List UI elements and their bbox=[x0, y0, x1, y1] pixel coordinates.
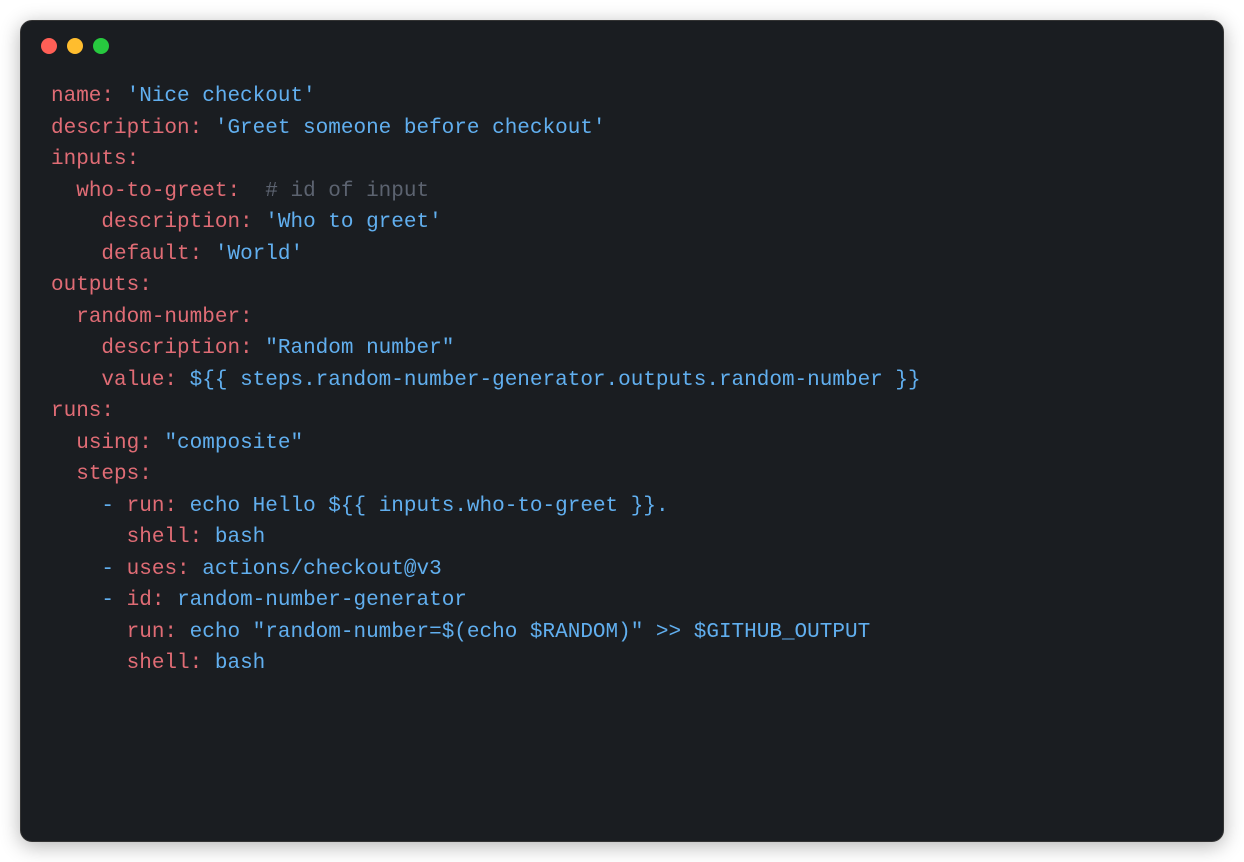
code-token: name: bbox=[51, 85, 114, 108]
code-token bbox=[240, 180, 265, 203]
code-token: - bbox=[101, 495, 126, 518]
code-token: random-number-generator bbox=[177, 589, 467, 612]
code-token: random-number: bbox=[76, 306, 252, 329]
close-button[interactable] bbox=[41, 38, 57, 54]
code-token bbox=[177, 495, 190, 518]
code-token: "Random number" bbox=[265, 337, 454, 360]
code-token bbox=[202, 652, 215, 675]
code-token bbox=[253, 337, 266, 360]
code-token: who-to-greet: bbox=[76, 180, 240, 203]
code-token: uses: bbox=[127, 558, 190, 581]
code-token: bash bbox=[215, 652, 265, 675]
code-content: name: 'Nice checkout' description: 'Gree… bbox=[21, 71, 1223, 710]
code-token: # id of input bbox=[265, 180, 429, 203]
code-token bbox=[177, 369, 190, 392]
code-token: id: bbox=[127, 589, 165, 612]
code-token: outputs: bbox=[51, 274, 152, 297]
code-token: echo "random-number=$(echo $RANDOM)" >> … bbox=[190, 621, 871, 644]
code-token bbox=[177, 621, 190, 644]
code-token: run: bbox=[127, 495, 177, 518]
code-token: - bbox=[101, 558, 126, 581]
terminal-window: name: 'Nice checkout' description: 'Gree… bbox=[20, 20, 1224, 842]
minimize-button[interactable] bbox=[67, 38, 83, 54]
code-token: description: bbox=[51, 117, 202, 140]
code-token: inputs: bbox=[51, 148, 139, 171]
code-token bbox=[253, 211, 266, 234]
code-token bbox=[202, 117, 215, 140]
code-token: runs: bbox=[51, 400, 114, 423]
code-token bbox=[164, 589, 177, 612]
code-token: run: bbox=[127, 621, 177, 644]
code-token: ${{ steps.random-number-generator.output… bbox=[190, 369, 921, 392]
code-token: steps: bbox=[76, 463, 152, 486]
code-token: 'Who to greet' bbox=[265, 211, 441, 234]
code-token bbox=[202, 526, 215, 549]
code-token: 'World' bbox=[215, 243, 303, 266]
maximize-button[interactable] bbox=[93, 38, 109, 54]
code-token: using: bbox=[76, 432, 152, 455]
code-token: default: bbox=[101, 243, 202, 266]
code-token: - bbox=[101, 589, 126, 612]
code-token: value: bbox=[101, 369, 177, 392]
code-token: 'Nice checkout' bbox=[127, 85, 316, 108]
code-token bbox=[190, 558, 203, 581]
code-token: shell: bbox=[127, 652, 203, 675]
code-token: description: bbox=[101, 211, 252, 234]
code-token: description: bbox=[101, 337, 252, 360]
title-bar bbox=[21, 21, 1223, 71]
code-token bbox=[202, 243, 215, 266]
code-token: 'Greet someone before checkout' bbox=[215, 117, 606, 140]
code-token: actions/checkout@v3 bbox=[202, 558, 441, 581]
code-token bbox=[114, 85, 127, 108]
code-token: "composite" bbox=[164, 432, 303, 455]
code-token: echo Hello ${{ inputs.who-to-greet }}. bbox=[190, 495, 669, 518]
code-token: bash bbox=[215, 526, 265, 549]
code-token: shell: bbox=[127, 526, 203, 549]
code-token bbox=[152, 432, 165, 455]
